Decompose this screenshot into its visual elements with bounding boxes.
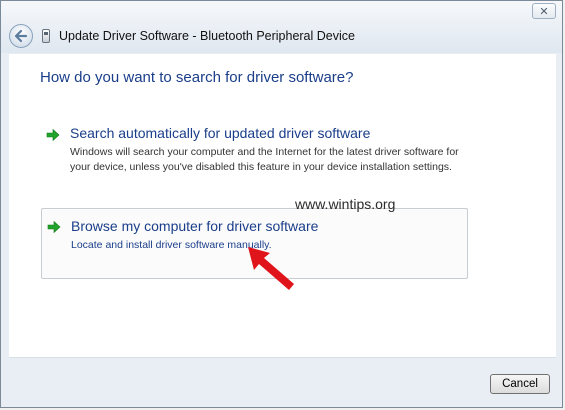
back-arrow-icon [14, 29, 28, 43]
dialog-window: ✕ Update Driver Software - Bluetooth Per… [0, 0, 563, 408]
device-icon [42, 29, 50, 43]
dialog-footer: Cancel [1, 358, 562, 408]
green-arrow-icon [46, 129, 60, 141]
cancel-button[interactable]: Cancel [490, 374, 550, 394]
window-title: Update Driver Software - Bluetooth Perip… [59, 29, 355, 43]
option-description: Windows will search your computer and th… [70, 146, 459, 173]
option-title: Browse my computer for driver software [71, 218, 319, 234]
title-bar: ✕ Update Driver Software - Bluetooth Per… [1, 1, 562, 53]
option-title: Search automatically for updated driver … [70, 125, 371, 141]
close-button[interactable]: ✕ [532, 3, 556, 19]
content-panel: How do you want to search for driver sof… [9, 54, 556, 358]
green-arrow-icon [47, 221, 61, 233]
watermark-text: www.wintips.org [295, 196, 396, 212]
back-button[interactable] [9, 24, 33, 48]
page-heading: How do you want to search for driver sof… [40, 69, 354, 86]
red-pointer-arrow-icon [248, 247, 294, 290]
search-automatically-option[interactable]: Search automatically for updated driver … [41, 124, 468, 186]
